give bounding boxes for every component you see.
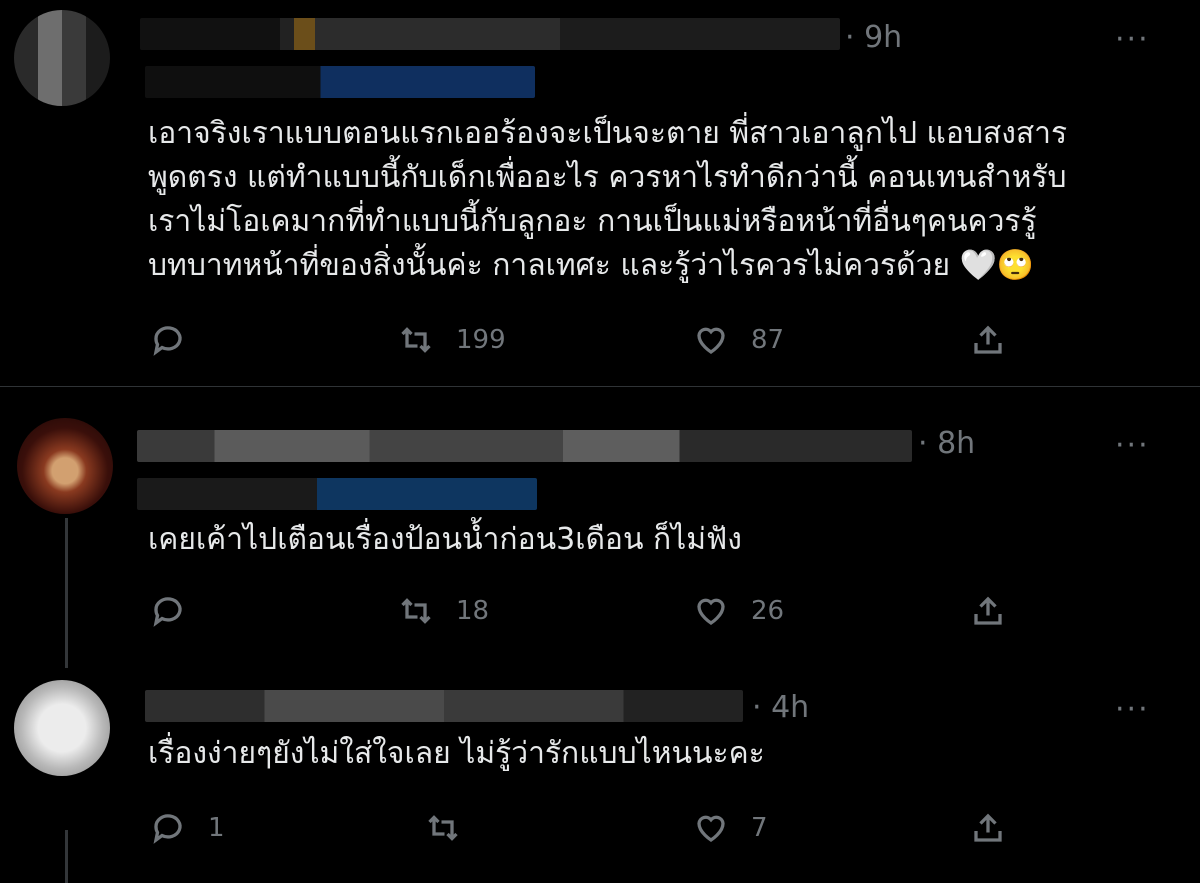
avatar-pixelated[interactable] [14,10,110,106]
display-name-pixelated[interactable] [140,18,840,50]
tweet-1[interactable]: · 9h ··· เอาจริงเราแบบตอนแรกเออร้องจะเป็… [0,0,1200,388]
timestamp[interactable]: · 8h [918,426,975,461]
avatar-pixelated[interactable] [14,680,110,776]
heart-icon [697,815,725,842]
heart-icon [697,327,725,354]
more-options-icon[interactable]: ··· [1115,25,1150,55]
like-count: 26 [751,596,785,626]
reply-icon [153,597,182,627]
more-options-icon[interactable]: ··· [1115,695,1150,725]
share-button[interactable] [970,593,1006,629]
tweet-divider [0,386,1200,387]
retweet-button[interactable]: 199 [398,322,506,358]
timestamp[interactable]: · 9h [845,20,902,55]
display-name-pixelated[interactable] [145,690,743,722]
thread-line [65,518,68,668]
tweet-text: เคยเค้าไปเตือนเรื่องป้อนน้ำก่อน3เดือน ก็… [148,522,742,557]
reply-button[interactable] [150,322,208,358]
retweet-count: 18 [456,596,490,626]
heart-icon [697,598,725,625]
tweet-text: เรื่องง่ายๆยังไม่ใส่ใจเลย ไม่รู้ว่ารักแบ… [148,736,765,771]
username-pixelated[interactable] [145,66,535,98]
retweet-icon [428,815,458,841]
retweet-icon [401,327,431,353]
tweet-2[interactable]: · 8h ··· เคยเค้าไปเตือนเรื่องป้อนน้ำก่อน… [0,388,1200,670]
retweet-button[interactable]: 18 [398,593,489,629]
retweet-count: 199 [456,325,506,355]
username-pixelated[interactable] [137,478,537,510]
retweet-button[interactable] [425,810,483,846]
like-count: 7 [751,813,768,843]
share-button[interactable] [970,810,1006,846]
thread-line [65,830,68,883]
tweet-3[interactable]: · 4h ··· เรื่องง่ายๆยังไม่ใส่ใจเลย ไม่รู… [0,670,1200,883]
timestamp[interactable]: · 4h [752,690,809,725]
reply-button[interactable] [150,593,208,629]
like-button[interactable]: 7 [693,810,768,846]
share-icon [974,596,1002,625]
reply-icon [153,814,182,844]
reply-icon [153,326,182,356]
tweet-text: เอาจริงเราแบบตอนแรกเออร้องจะเป็นจะตาย พี… [148,116,1068,283]
like-button[interactable]: 26 [693,593,784,629]
like-count: 87 [751,325,785,355]
share-button[interactable] [970,322,1006,358]
reply-button[interactable]: 1 [150,810,225,846]
avatar-pixelated[interactable] [17,418,113,514]
more-options-icon[interactable]: ··· [1115,431,1150,461]
retweet-icon [401,598,431,624]
reply-count: 1 [208,813,225,843]
share-icon [974,813,1002,842]
display-name-pixelated[interactable] [137,430,912,462]
share-icon [974,325,1002,354]
like-button[interactable]: 87 [693,322,784,358]
